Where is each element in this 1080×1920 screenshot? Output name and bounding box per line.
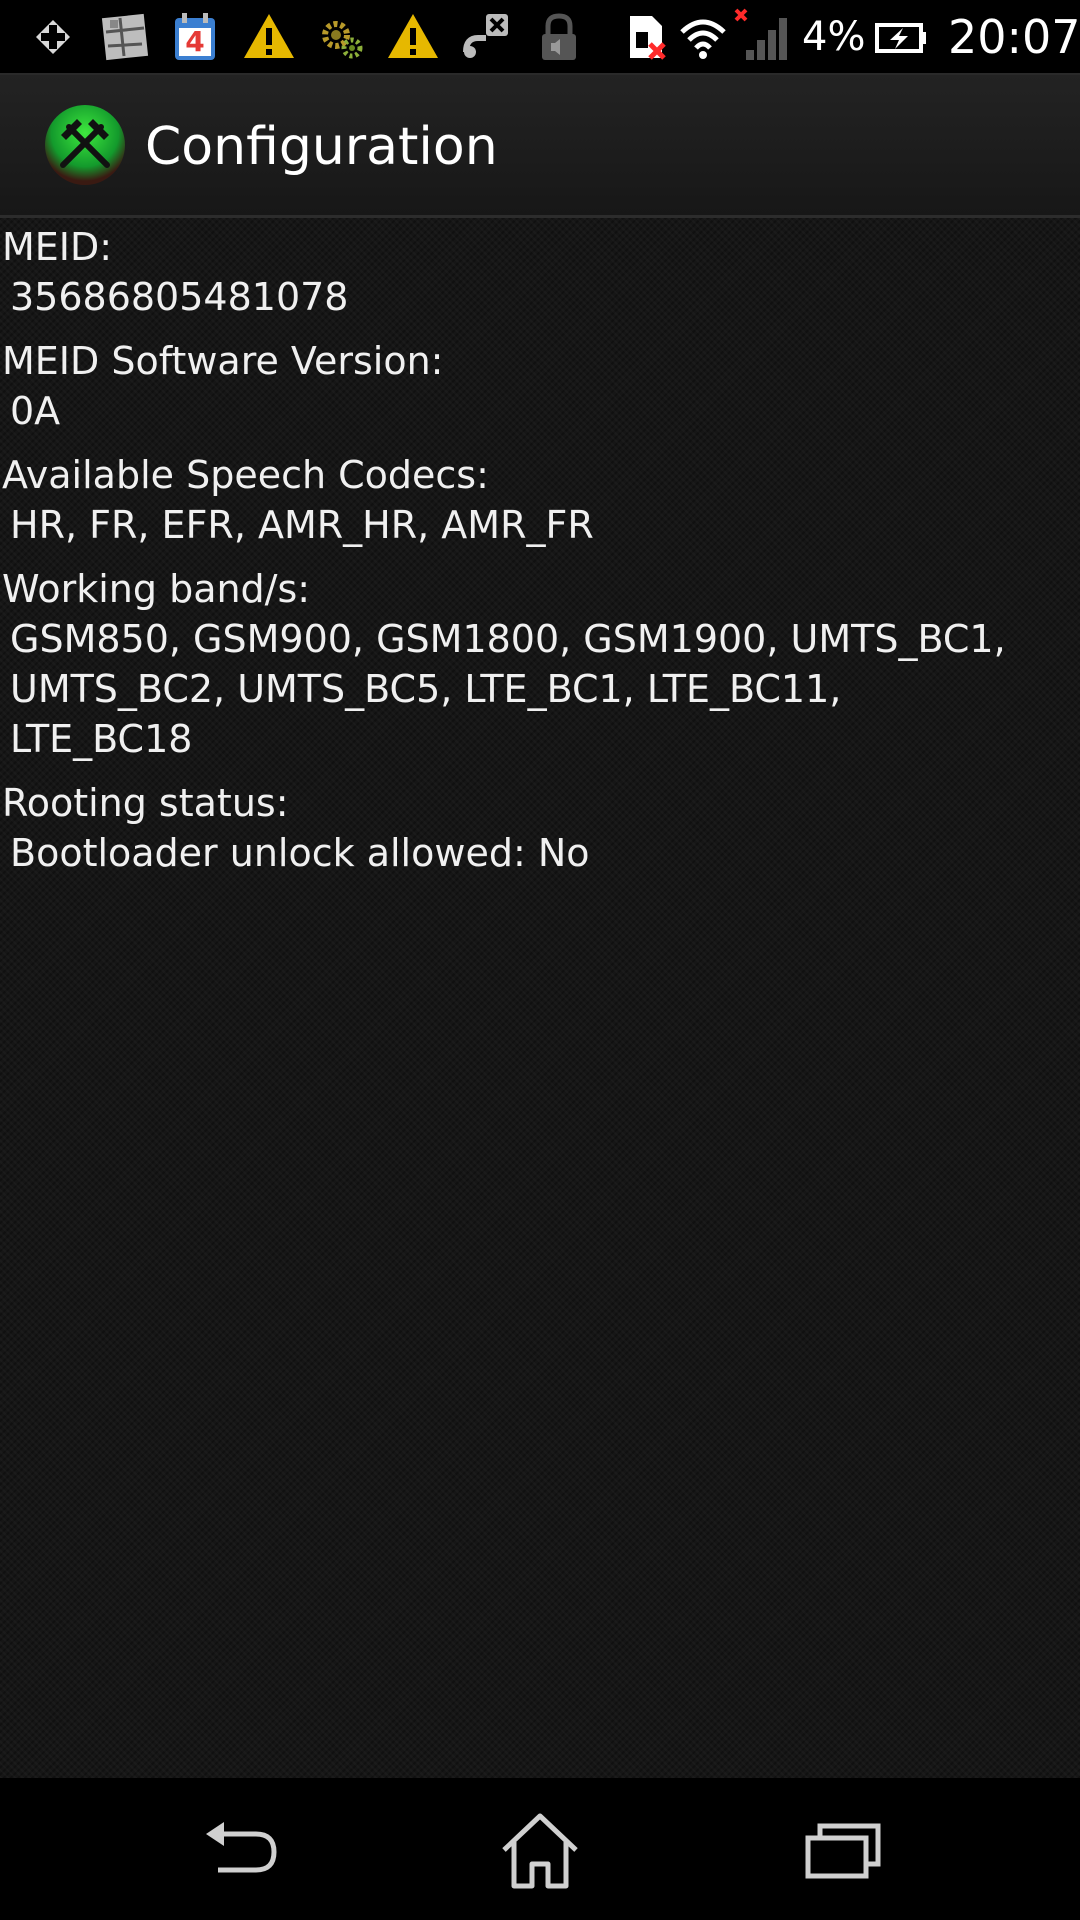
rooting-status-label: Rooting status: bbox=[2, 781, 289, 825]
recent-apps-icon[interactable] bbox=[790, 1806, 890, 1896]
working-bands-label: Working band/s: bbox=[2, 567, 311, 611]
speech-codecs-section: Available Speech Codecs: HR, FR, EFR, AM… bbox=[0, 450, 1080, 550]
rooting-status-section: Rooting status: Bootloader unlock allowe… bbox=[0, 778, 1080, 878]
working-bands-value: GSM850, GSM900, GSM1800, GSM1900, UMTS_B… bbox=[10, 617, 1006, 761]
gears-icon bbox=[322, 21, 363, 59]
battery-charging-icon bbox=[875, 23, 926, 53]
speech-codecs-value: HR, FR, EFR, AMR_HR, AMR_FR bbox=[10, 503, 594, 547]
working-bands-section: Working band/s: GSM850, GSM900, GSM1800,… bbox=[0, 564, 1080, 764]
signal-no-service-icon bbox=[734, 8, 787, 60]
no-sim-icon bbox=[630, 16, 666, 60]
calendar-icon: 4 bbox=[166, 8, 224, 66]
photo-collage-icon bbox=[101, 13, 149, 61]
status-bar: 4 4% 20:07 bbox=[0, 0, 1080, 75]
rooting-status-value: Bootloader unlock allowed: No bbox=[10, 831, 590, 875]
configuration-info-list: MEID: 35686805481078 MEID Software Versi… bbox=[0, 218, 1080, 1778]
locked-volume-icon bbox=[542, 13, 576, 60]
meid-software-version-value: 0A bbox=[10, 389, 61, 433]
warning-icon bbox=[244, 14, 294, 58]
page-title: Configuration bbox=[145, 117, 498, 177]
warning-icon bbox=[388, 14, 438, 58]
meid-software-version-section: MEID Software Version: 0A bbox=[0, 336, 1080, 436]
meid-section: MEID: 35686805481078 bbox=[0, 218, 1080, 322]
plus-icon bbox=[36, 20, 70, 54]
crossed-hammers-icon[interactable] bbox=[43, 103, 127, 187]
action-bar: Configuration bbox=[0, 75, 1080, 218]
speech-codecs-label: Available Speech Codecs: bbox=[2, 453, 489, 497]
meid-value: 35686805481078 bbox=[10, 275, 349, 319]
calendar-day: 4 bbox=[185, 25, 205, 58]
back-icon[interactable] bbox=[190, 1806, 290, 1896]
battery-percent: 4% bbox=[802, 14, 866, 60]
clock-time: 20:07 bbox=[948, 10, 1080, 64]
meid-software-version-label: MEID Software Version: bbox=[2, 339, 444, 383]
usb-debug-icon bbox=[463, 14, 508, 58]
wifi-icon bbox=[680, 19, 726, 59]
meid-label: MEID: bbox=[2, 225, 113, 269]
home-icon[interactable] bbox=[490, 1806, 590, 1896]
navigation-bar bbox=[0, 1778, 1080, 1920]
